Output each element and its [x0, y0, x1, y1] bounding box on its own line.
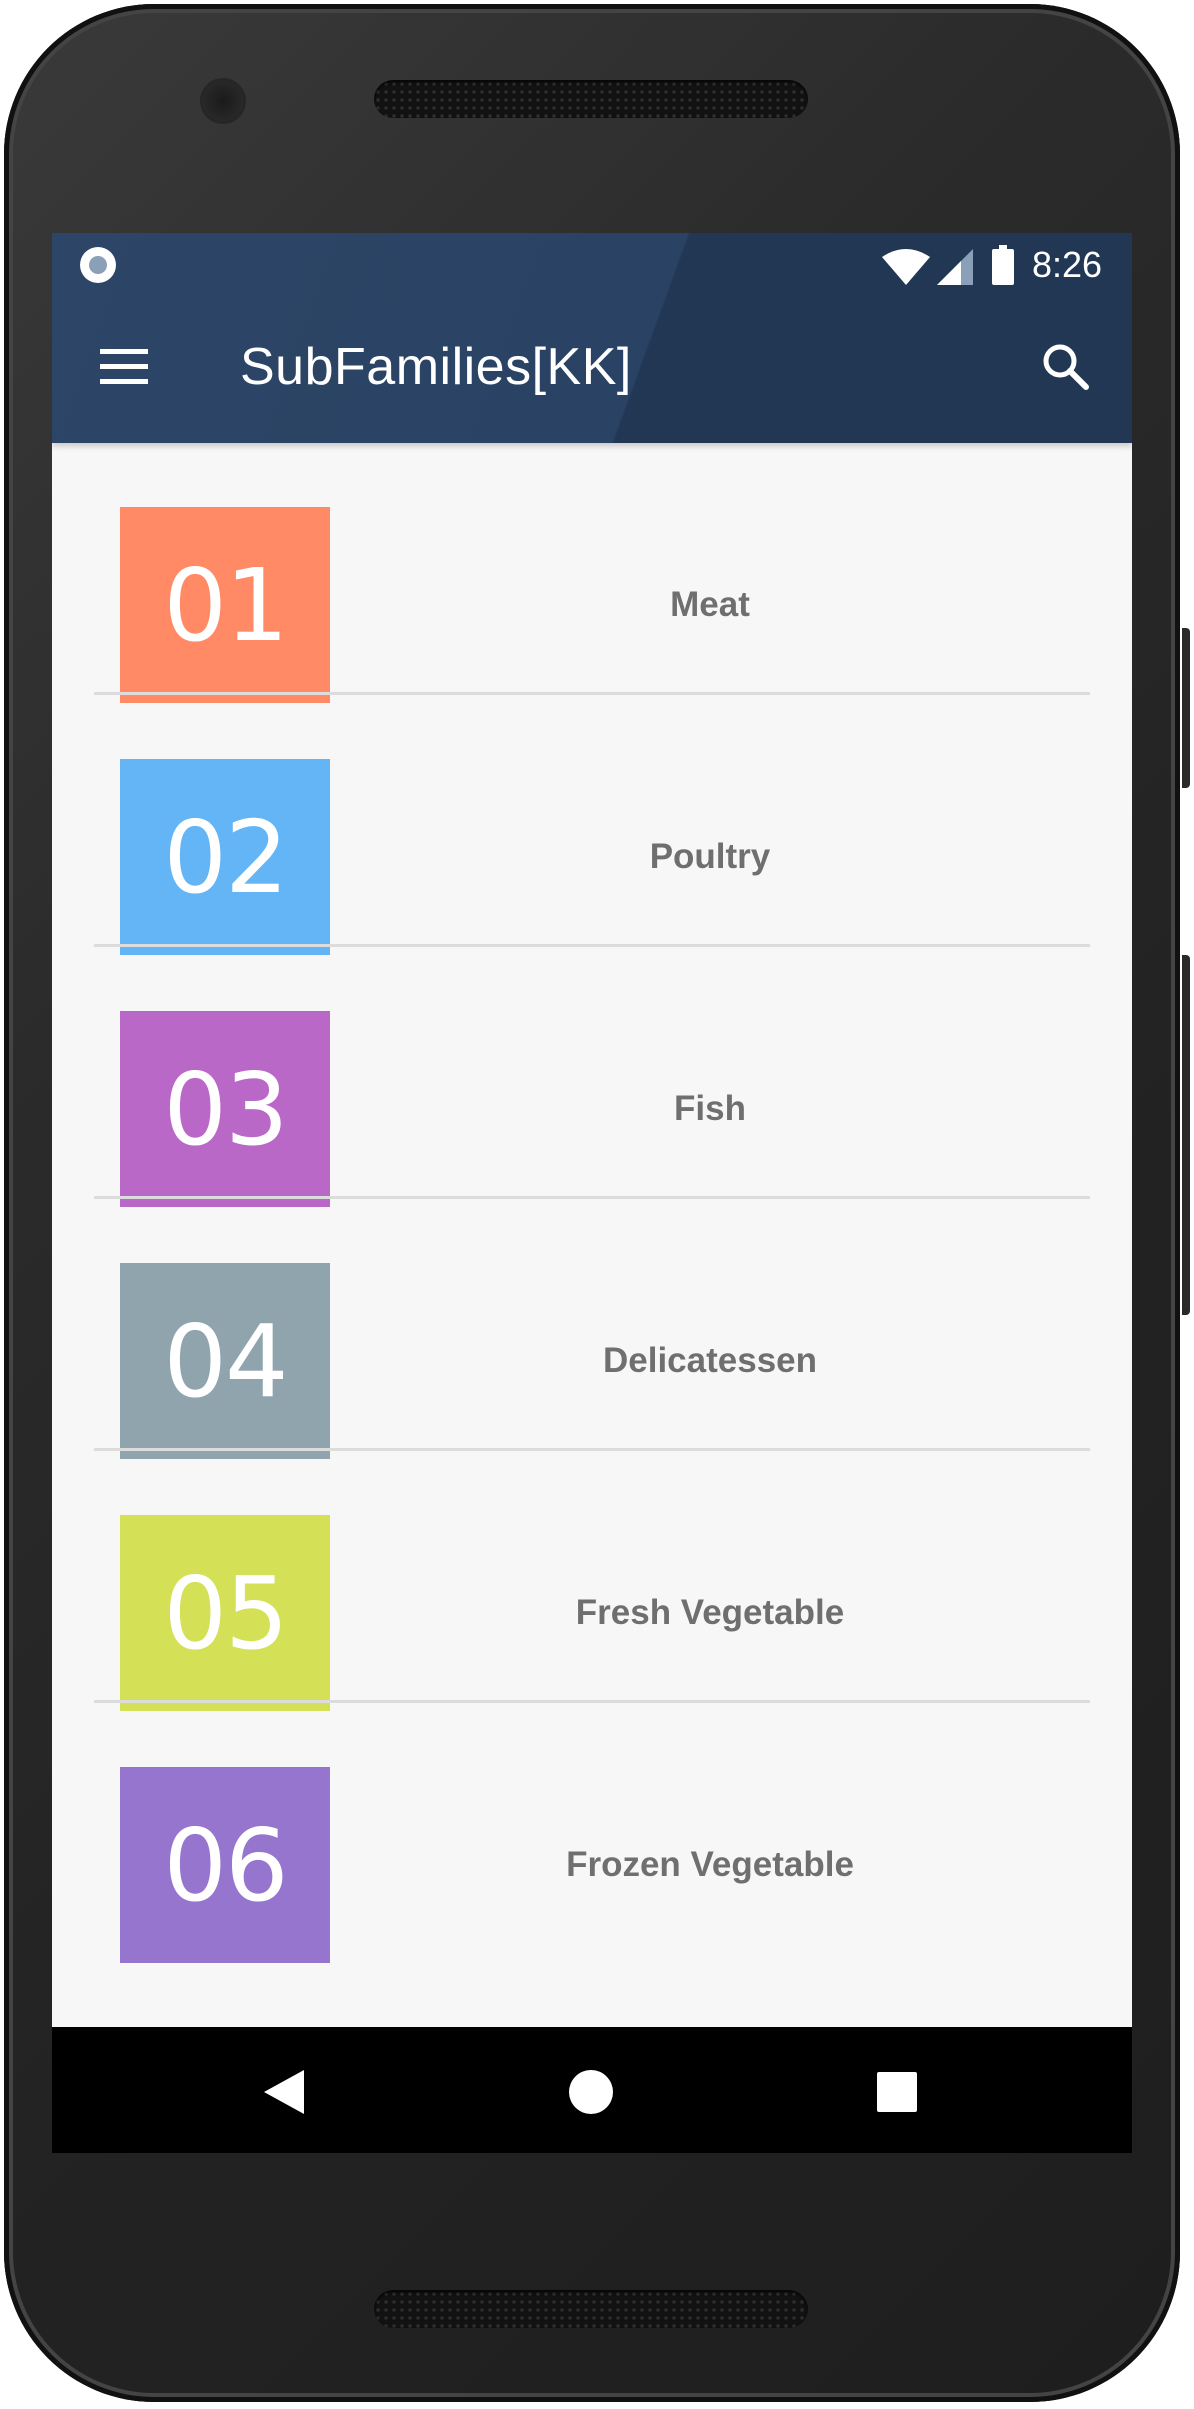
bottom-speaker-grille: [374, 2290, 808, 2328]
item-number-badge: 01: [120, 507, 330, 703]
cell-signal-icon: [937, 249, 973, 285]
recents-square-icon[interactable]: [877, 2072, 917, 2112]
battery-icon: [992, 245, 1014, 285]
wifi-icon: [882, 249, 930, 285]
search-icon[interactable]: [1040, 341, 1092, 393]
item-number-badge: 06: [120, 1767, 330, 1963]
list-item[interactable]: 01 Meat: [94, 443, 1090, 703]
status-bar: 8:26: [52, 233, 1132, 296]
list-item[interactable]: 04 Delicatessen: [94, 1199, 1090, 1459]
page-title: SubFamilies[KK]: [240, 338, 632, 396]
item-number-badge: 04: [120, 1263, 330, 1459]
item-label: Delicatessen: [602, 1341, 818, 1380]
volume-button: [1182, 628, 1190, 788]
item-label: Poultry: [649, 837, 771, 876]
item-number-badge: 03: [120, 1011, 330, 1207]
item-label: Fresh Vegetable: [575, 1593, 845, 1632]
power-button: [1182, 955, 1190, 1315]
system-nav-bar: [52, 2027, 1132, 2153]
item-label: Meat: [670, 585, 750, 624]
status-time: 8:26: [1032, 244, 1103, 285]
list-item[interactable]: 03 Fish: [94, 947, 1090, 1207]
home-circle-icon[interactable]: [569, 2070, 613, 2114]
hamburger-menu-icon[interactable]: [100, 347, 152, 387]
screen: 8:26 SubFamilies[KK] 01 Meat 02 Poultry …: [52, 233, 1132, 2153]
top-speaker-grille: [374, 80, 808, 118]
list-item[interactable]: 06 Frozen Vegetable: [94, 1703, 1090, 1963]
front-camera: [203, 81, 243, 121]
item-label: Fish: [674, 1089, 746, 1128]
item-number-badge: 05: [120, 1515, 330, 1711]
app-bar: 8:26 SubFamilies[KK]: [52, 233, 1132, 443]
item-number-badge: 02: [120, 759, 330, 955]
notification-icon: [80, 247, 116, 283]
item-label: Frozen Vegetable: [566, 1845, 854, 1884]
list-item[interactable]: 05 Fresh Vegetable: [94, 1451, 1090, 1711]
list-item[interactable]: 02 Poultry: [94, 695, 1090, 955]
back-triangle-icon[interactable]: [264, 2070, 304, 2114]
